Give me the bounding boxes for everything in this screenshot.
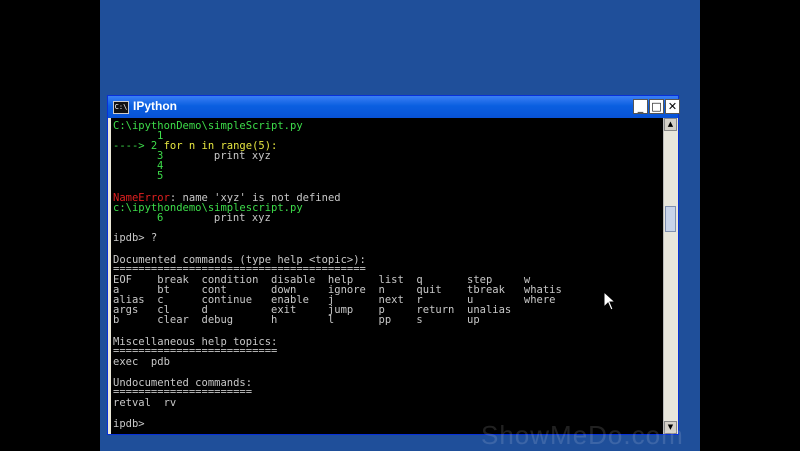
window-title: IPython <box>133 99 177 113</box>
console-icon: C:\ <box>113 101 129 114</box>
code-text: print xyz <box>163 150 271 162</box>
console-output[interactable]: C:\ipythonDemo\simpleScript.py 1 ----> 2… <box>111 118 663 434</box>
scroll-up-button[interactable]: ▲ <box>664 118 677 131</box>
undocumented-commands-rule: ====================== <box>113 386 253 398</box>
misc-topics-items: exec pdb <box>113 356 170 368</box>
ipython-console-window[interactable]: C:\ IPython _ □ ✕ C:\ipythonDemo\simpleS… <box>107 95 680 435</box>
watermark: ShowMeDo.com <box>481 420 684 450</box>
misc-topics-rule: ========================== <box>113 345 278 357</box>
undocumented-commands-items: retval rv <box>113 397 177 409</box>
code-line-6: 6 print xyz <box>113 212 271 224</box>
code-line-5: 5 <box>113 170 164 182</box>
ipdb-prompt-help: ipdb> ? <box>113 232 158 244</box>
title-bar[interactable]: C:\ IPython _ □ ✕ <box>108 96 680 118</box>
code-text: print xyz <box>163 212 271 224</box>
line-number: 5 <box>157 170 164 182</box>
ipdb-input-prompt[interactable]: ipdb> <box>113 419 151 430</box>
command-row: b clear debug h l pp s up <box>113 314 480 326</box>
line-number: 6 <box>157 212 164 224</box>
vertical-scrollbar[interactable]: ▲ ▼ <box>663 118 677 434</box>
maximize-button[interactable]: □ <box>649 99 664 114</box>
minimize-button[interactable]: _ <box>633 99 648 114</box>
mouse-pointer-icon <box>603 291 617 311</box>
scrollbar-thumb[interactable] <box>665 206 676 232</box>
close-button[interactable]: ✕ <box>665 99 680 114</box>
documented-commands-rule: ======================================== <box>113 263 366 275</box>
